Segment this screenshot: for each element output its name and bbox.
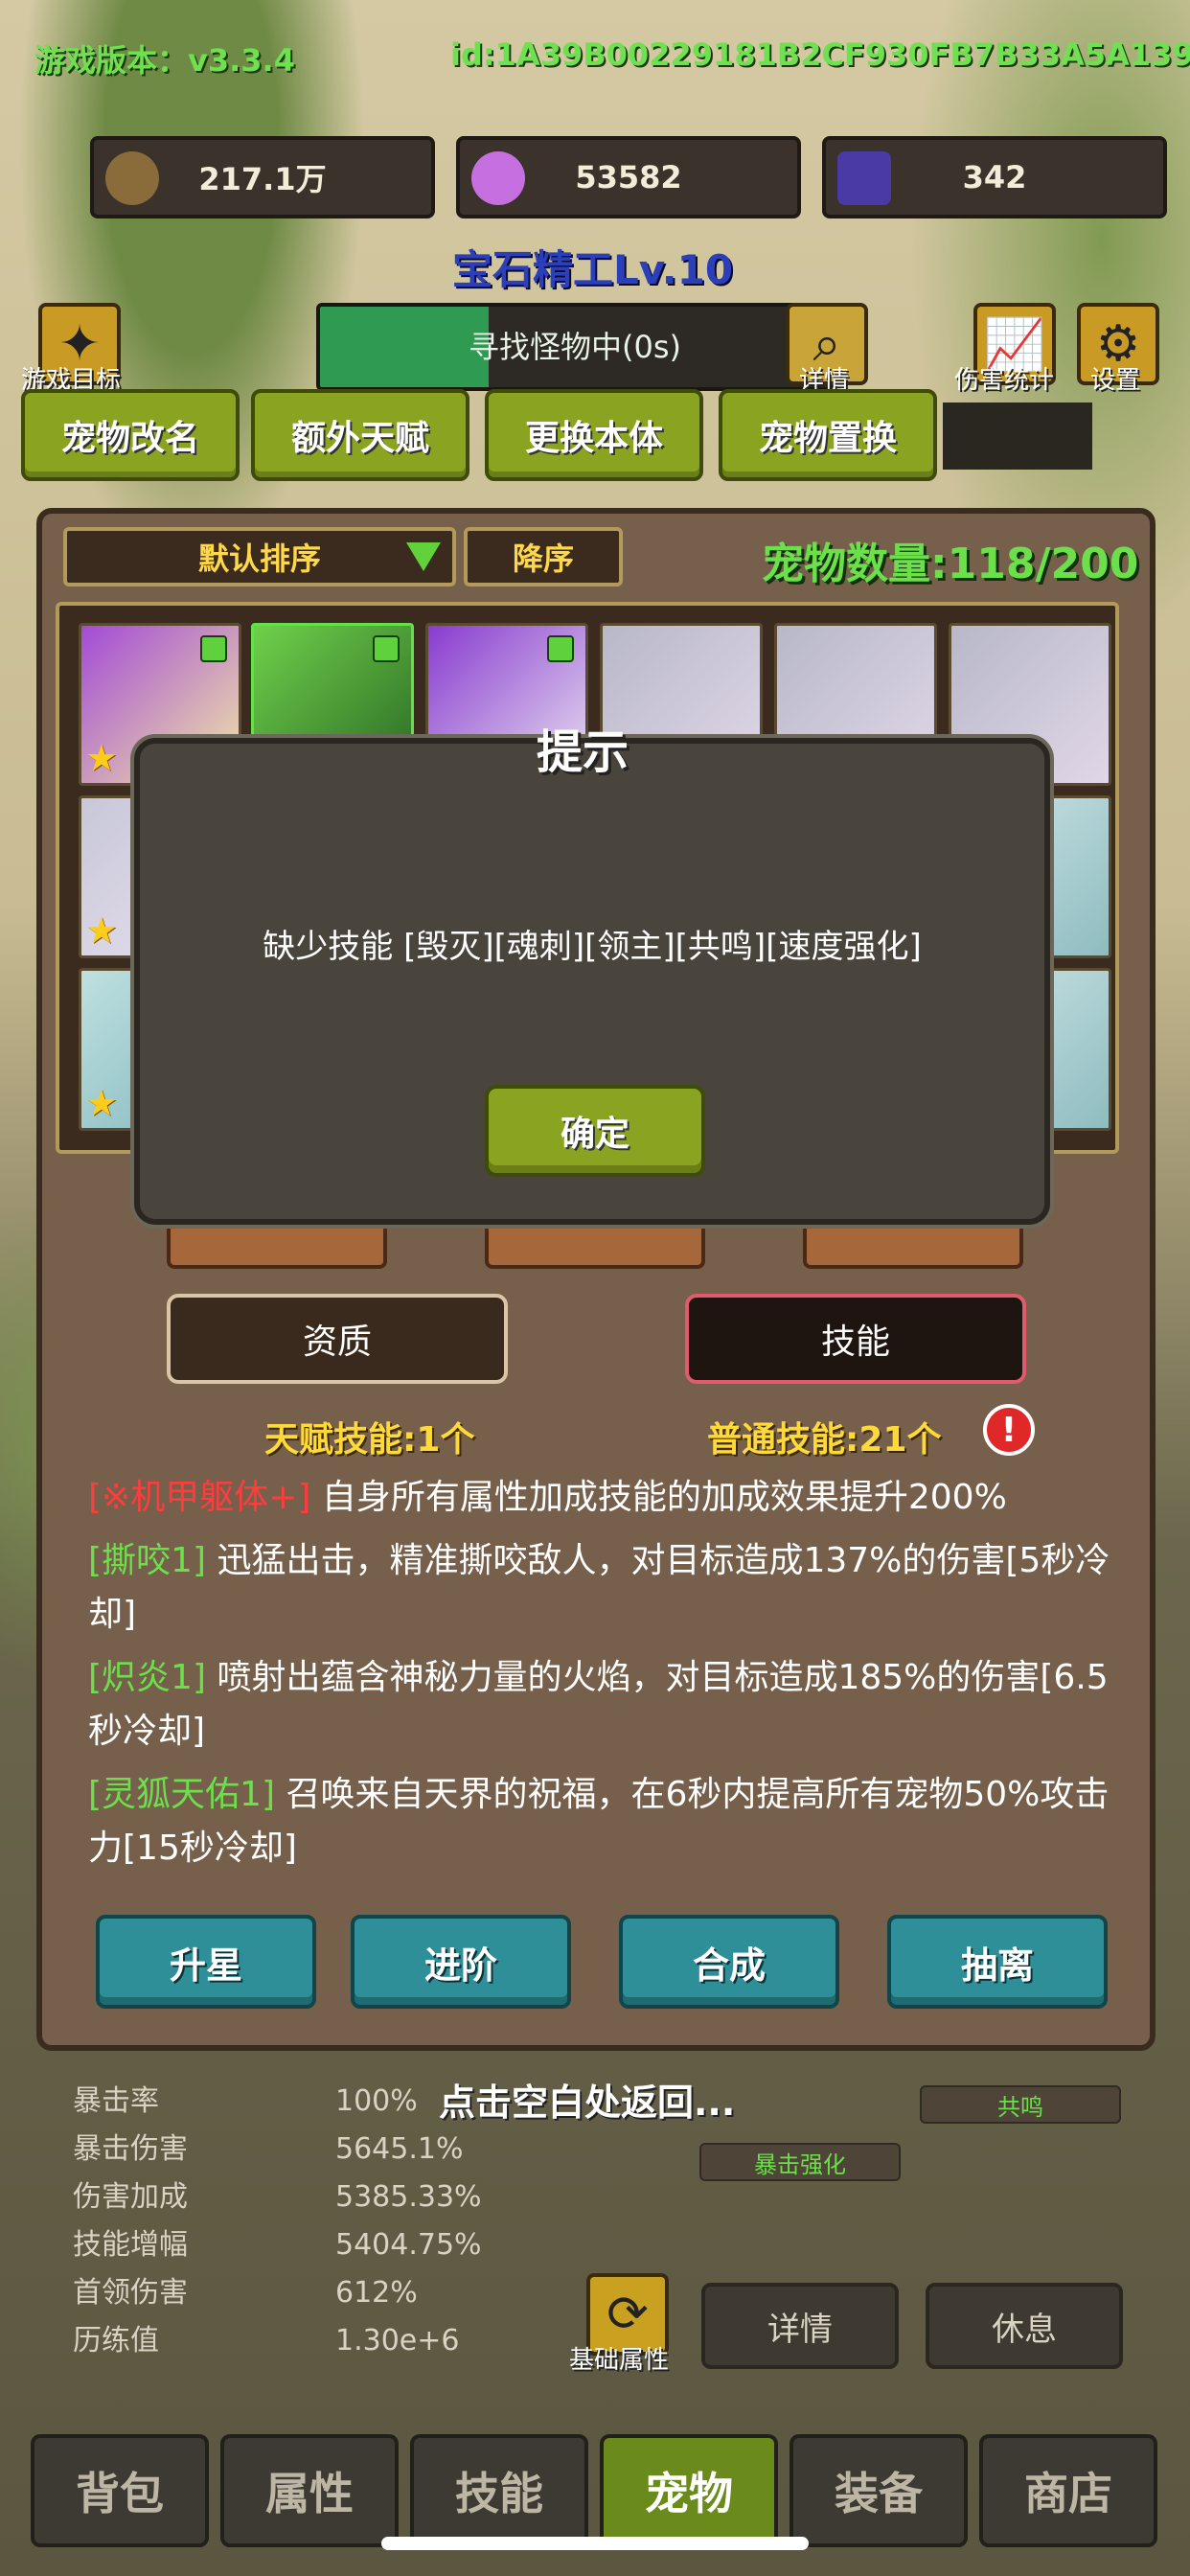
detail-button-lower[interactable]: 详情 [701,2283,899,2369]
dialog-message: 缺少技能 [毁灭][魂刺][领主][共鸣][速度强化] [263,928,922,966]
coin-icon [105,151,159,205]
stat-row: 首领伤害 612% [73,2276,418,2310]
star-icon: ★ [85,909,119,952]
stats-list: 暴击率 100% 暴击伤害 5645.1% 伤害加成 5385.33% 技能增幅 540… [73,2078,482,2365]
stat-row: 技能增幅 5404.75% [73,2228,482,2262]
base-attr-label: 基础属性 [569,2346,670,2375]
skill-desc: 自身所有属性加成技能的加成效果提升200% [321,1478,1007,1517]
stat-row: 伤害加成 5385.33% [73,2180,482,2214]
nav-shop[interactable]: 商店 [979,2434,1157,2547]
home-indicator[interactable] [381,2537,809,2550]
swap-pet-button[interactable]: 宠物置换 [719,389,937,481]
star-icon: ★ [85,1082,119,1124]
skill-tag: [炽炎1] [88,1658,206,1697]
order-toggle[interactable]: 降序 [464,527,623,586]
pet-count: 宠物数量:118/200 [762,540,1139,588]
skill-tag: [撕咬1] [88,1541,206,1580]
skill-list: [※机甲躯体+] 自身所有属性加成技能的加成效果提升200% [撕咬1] 迅猛出… [88,1471,1123,1874]
pet-title-level: 宝石精工Lv.10 [452,246,734,293]
lock-icon [547,635,574,662]
stat-row: 暴击伤害 5645.1% [73,2132,464,2166]
damage-stats-label: 伤害统计 [954,366,1055,395]
nav-attributes[interactable]: 属性 [220,2434,399,2547]
skill-tag: [灵狐天佑1] [88,1775,275,1814]
sort-dropdown[interactable]: 默认排序 [63,527,456,586]
nav-equipment[interactable]: 装备 [790,2434,968,2547]
search-progress-bar: 寻找怪物中(0s) [316,303,834,391]
nav-bag[interactable]: 背包 [31,2434,209,2547]
nav-pets[interactable]: 宠物 [600,2434,778,2547]
player-id: id:1A39B00229181B2CF930FB7B33A5A139 [450,36,1190,73]
tab-quality[interactable]: 资质 [167,1294,508,1384]
talent-skill-count: 天赋技能:1个 [264,1420,475,1460]
rest-button[interactable]: 休息 [926,2283,1123,2369]
dark-slot [943,402,1092,470]
card-icon [837,151,891,205]
gold-counter: 217.1万 [90,136,435,218]
confirm-button[interactable]: 确定 [485,1085,705,1177]
star-up-button[interactable]: 升星 [96,1915,316,2009]
skill-desc: 迅猛出击，精准撕咬敌人，对目标造成137%的伤害[5秒冷却] [88,1541,1110,1634]
return-hint: 点击空白处返回... [439,2082,736,2124]
lock-icon [200,635,227,662]
skill-tag: [※机甲躯体+] [88,1478,311,1517]
synthesize-button[interactable]: 合成 [619,1915,839,2009]
extract-button[interactable]: 抽离 [887,1915,1108,2009]
normal-skill-count: 普通技能:21个 [707,1420,942,1460]
tab-skill[interactable]: 技能 [685,1294,1026,1384]
rename-pet-button[interactable]: 宠物改名 [21,389,240,481]
skill-item: [灵狐天佑1] 召唤来自天界的祝福，在6秒内提高所有宠物50%攻击力[15秒冷却… [88,1768,1123,1874]
nav-skills[interactable]: 技能 [410,2434,588,2547]
lock-icon [373,635,400,662]
extra-talent-button[interactable]: 额外天赋 [251,389,469,481]
skill-chip: 暴击强化 [699,2143,901,2181]
chevron-down-icon [406,542,441,571]
dialog-title: 提示 [537,725,629,779]
crystal-counter: 53582 [456,136,801,218]
skill-item: [炽炎1] 喷射出蕴含神秘力量的火焰，对目标造成185%的伤害[6.5秒冷却] [88,1651,1123,1759]
skill-chip: 共鸣 [920,2085,1121,2124]
settings-label: 设置 [1090,366,1141,395]
skill-item: [撕咬1] 迅猛出击，精准撕咬敌人，对目标造成137%的伤害[5秒冷却] [88,1534,1123,1642]
game-version: 游戏版本：v3.3.4 [34,42,295,79]
alert-icon[interactable]: ! [983,1404,1035,1456]
skill-item: [※机甲躯体+] 自身所有属性加成技能的加成效果提升200% [88,1471,1123,1525]
crystal-icon [471,151,525,205]
refresh-icon: ⟳ [606,2286,649,2343]
search-status-text: 寻找怪物中(0s) [468,329,681,365]
skill-desc: 喷射出蕴含神秘力量的火焰，对目标造成185%的伤害[6.5秒冷却] [88,1658,1109,1751]
star-icon: ★ [85,737,119,779]
stat-row: 历练值 1.30e+6 [73,2324,460,2358]
advance-button[interactable]: 进阶 [351,1915,571,2009]
stat-row: 暴击率 100% [73,2084,418,2118]
change-body-button[interactable]: 更换本体 [485,389,703,481]
card-counter: 342 [822,136,1167,218]
